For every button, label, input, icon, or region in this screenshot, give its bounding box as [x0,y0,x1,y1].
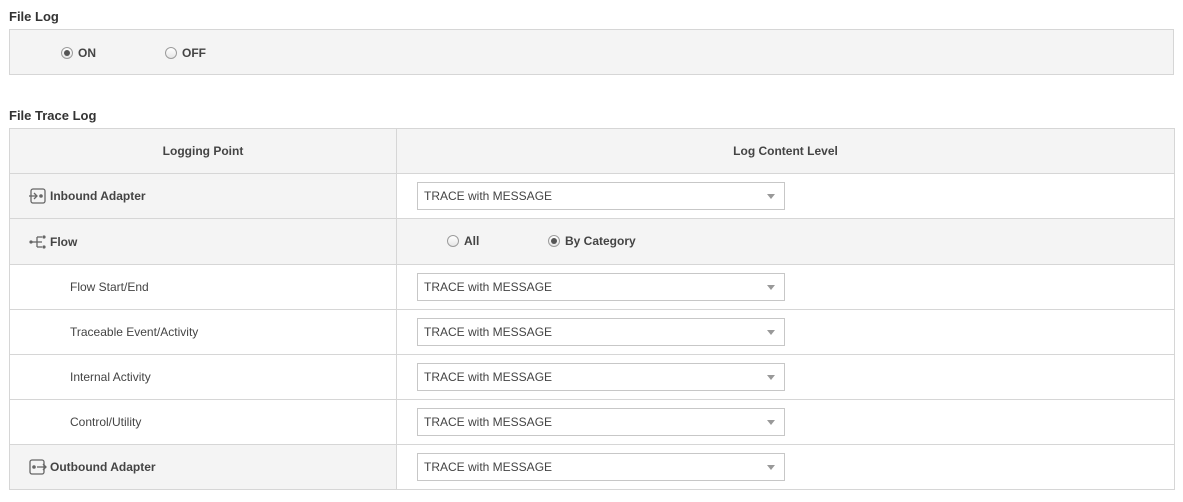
outbound-adapter-level-select[interactable]: TRACE with MESSAGE [417,453,785,481]
flow-mode-cell: All By Category [396,218,1175,265]
select-value: TRACE with MESSAGE [424,189,553,203]
chevron-down-icon [767,464,775,470]
file-log-on-label: ON [78,46,96,60]
chevron-down-icon [767,329,775,335]
control-utility-level-select[interactable]: TRACE with MESSAGE [417,408,785,436]
flow-all-label: All [464,234,480,248]
outbound-adapter-label: Outbound Adapter [50,460,156,474]
flow-start-end-value-cell: TRACE with MESSAGE [396,264,1175,310]
file-log-off-radio[interactable]: OFF [165,46,206,60]
select-value: TRACE with MESSAGE [424,280,553,294]
inbound-adapter-icon [29,188,46,204]
flow-label: Flow [50,234,78,249]
flow-cell: Flow [9,218,397,265]
outbound-adapter-icon [29,459,47,475]
select-value: TRACE with MESSAGE [424,325,553,339]
control-utility-label: Control/Utility [9,399,397,445]
file-log-off-label: OFF [182,46,206,60]
inbound-adapter-level-select[interactable]: TRACE with MESSAGE [417,182,785,210]
table-row: Control/Utility TRACE with MESSAGE [9,399,1175,445]
control-utility-value-cell: TRACE with MESSAGE [396,399,1175,445]
traceable-event-activity-value-cell: TRACE with MESSAGE [396,309,1175,355]
table-row: Flow Start/End TRACE with MESSAGE [9,264,1175,310]
flow-all-radio[interactable]: All [447,234,479,248]
log-content-level-header: Log Content Level [396,128,1175,174]
internal-activity-label: Internal Activity [9,354,397,400]
file-trace-log-title: File Trace Log [9,108,97,123]
file-log-panel: ON OFF [9,29,1174,75]
inbound-adapter-label: Inbound Adapter [50,189,146,203]
table-row: Traceable Event/Activity TRACE with MESS… [9,309,1175,355]
flow-start-end-label: Flow Start/End [9,264,397,310]
table-header-row: Logging Point Log Content Level [9,128,1175,174]
outbound-adapter-value-cell: TRACE with MESSAGE [396,444,1175,490]
traceable-event-activity-label: Traceable Event/Activity [9,309,397,355]
inbound-adapter-cell: Inbound Adapter [9,173,397,219]
file-log-title: File Log [9,9,59,24]
radio-unchecked-icon [447,235,459,247]
chevron-down-icon [767,419,775,425]
select-value: TRACE with MESSAGE [424,460,553,474]
flow-icon [29,234,46,249]
table-row: Outbound Adapter TRACE with MESSAGE [9,444,1175,490]
internal-activity-value-cell: TRACE with MESSAGE [396,354,1175,400]
inbound-adapter-value-cell: TRACE with MESSAGE [396,173,1175,219]
radio-checked-icon [61,47,73,59]
select-value: TRACE with MESSAGE [424,415,553,429]
chevron-down-icon [767,193,775,199]
traceable-event-activity-level-select[interactable]: TRACE with MESSAGE [417,318,785,346]
select-value: TRACE with MESSAGE [424,370,553,384]
chevron-down-icon [767,374,775,380]
table-row: Internal Activity TRACE with MESSAGE [9,354,1175,400]
outbound-adapter-cell: Outbound Adapter [9,444,397,490]
table-row: Flow All By Category [9,218,1175,265]
file-log-on-radio[interactable]: ON [61,46,96,60]
chevron-down-icon [767,284,775,290]
file-trace-log-table: Logging Point Log Content Level Inbound … [9,128,1175,490]
flow-start-end-level-select[interactable]: TRACE with MESSAGE [417,273,785,301]
radio-checked-icon [548,235,560,247]
internal-activity-level-select[interactable]: TRACE with MESSAGE [417,363,785,391]
table-row: Inbound Adapter TRACE with MESSAGE [9,173,1175,219]
logging-point-header: Logging Point [9,128,397,174]
flow-by-category-label: By Category [565,234,636,248]
radio-unchecked-icon [165,47,177,59]
flow-by-category-radio[interactable]: By Category [548,234,636,248]
